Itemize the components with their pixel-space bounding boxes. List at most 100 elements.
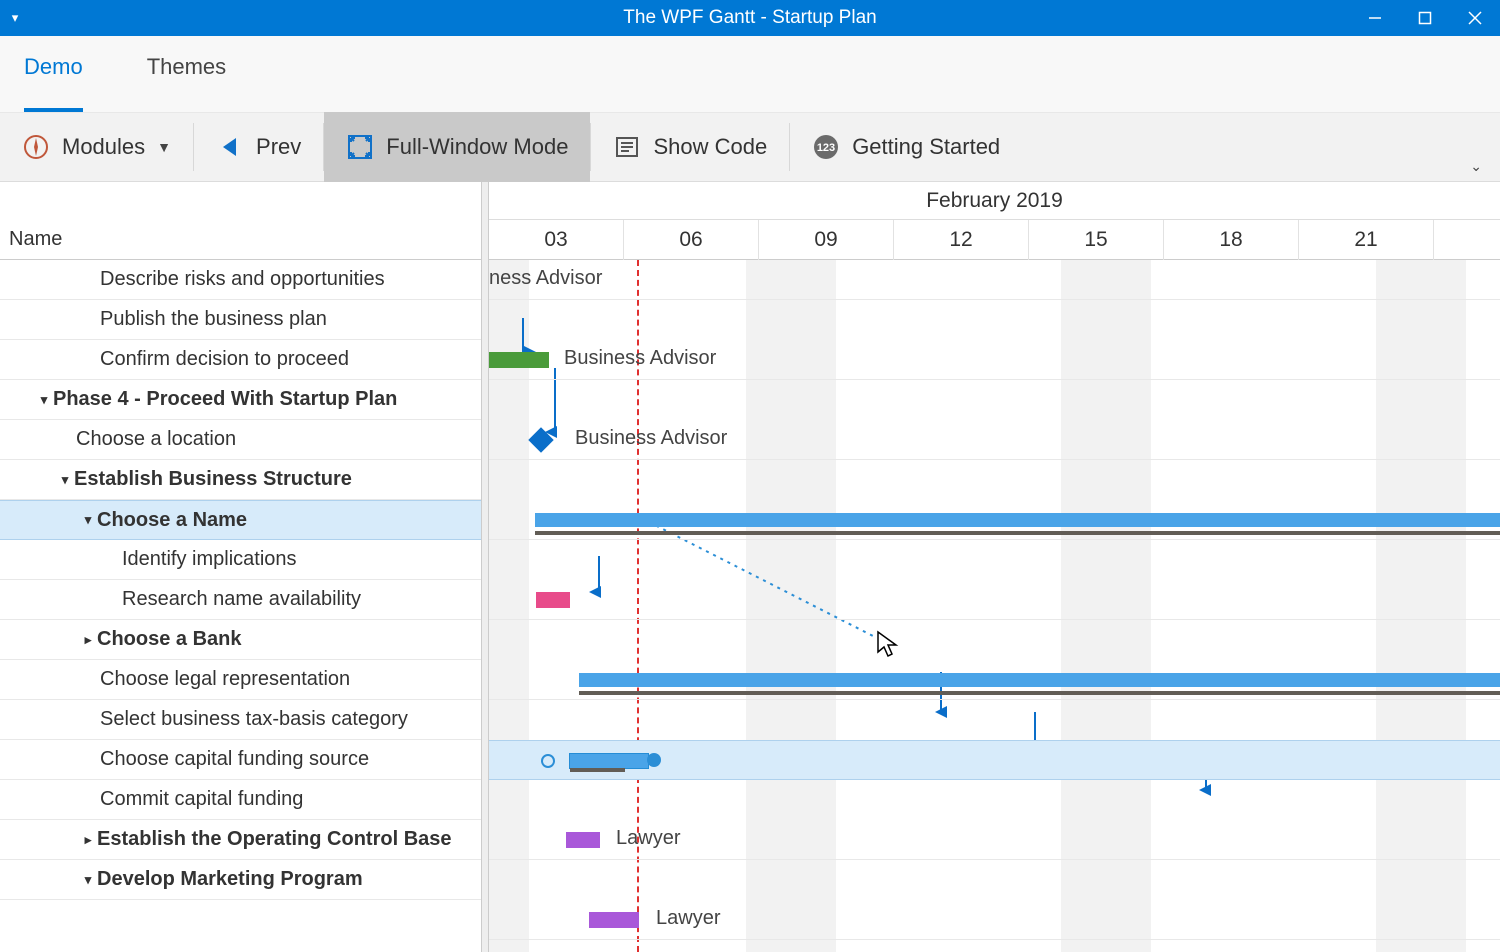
task-row[interactable]: ▾Phase 4 - Proceed With Startup Plan <box>0 380 481 420</box>
task-row[interactable]: Choose capital funding source <box>0 740 481 780</box>
summary-bar[interactable] <box>579 673 1500 687</box>
task-row[interactable]: ▾Develop Marketing Program <box>0 860 481 900</box>
resource-label: Business Advisor <box>575 427 727 450</box>
task-name: Establish the Operating Control Base <box>97 828 452 851</box>
task-name: Choose a Name <box>97 509 247 532</box>
resource-label: Lawyer <box>616 827 680 850</box>
task-row[interactable]: Commit capital funding <box>0 780 481 820</box>
day-column: 09 <box>759 220 894 260</box>
task-name: Publish the business plan <box>100 308 327 331</box>
prev-icon <box>216 133 244 161</box>
expand-icon[interactable]: ▾ <box>35 392 53 408</box>
task-row[interactable]: ▾Establish Business Structure <box>0 460 481 500</box>
summary-bar[interactable] <box>535 513 1500 527</box>
splitter[interactable] <box>482 182 489 952</box>
task-tree-panel: Name Describe risks and opportunities Pub… <box>0 182 482 952</box>
svg-text:123: 123 <box>817 142 835 154</box>
quick-menu-icon[interactable]: ▾ <box>0 10 30 26</box>
day-column: 06 <box>624 220 759 260</box>
task-name: Choose a location <box>76 428 236 451</box>
task-row[interactable]: Describe risks and opportunities <box>0 260 481 300</box>
toolbar-overflow-icon[interactable]: ⌄ <box>1470 158 1482 175</box>
task-name: Choose a Bank <box>97 628 241 651</box>
mouse-cursor <box>875 630 903 658</box>
gantt-row[interactable]: Lawyer <box>489 900 1500 940</box>
task-row[interactable]: Select business tax-basis category <box>0 700 481 740</box>
tab-bar: Demo Themes <box>0 36 1500 112</box>
task-name: Confirm decision to proceed <box>100 348 349 371</box>
day-column: 15 <box>1029 220 1164 260</box>
task-row[interactable]: ▾Choose a Name <box>0 500 481 540</box>
gantt-row[interactable] <box>489 500 1500 540</box>
task-name: Choose legal representation <box>100 668 350 691</box>
expand-icon[interactable]: ▸ <box>79 632 97 648</box>
task-name: Describe risks and opportunities <box>100 268 385 291</box>
expand-icon[interactable]: ▾ <box>79 872 97 888</box>
day-column: 12 <box>894 220 1029 260</box>
gantt-panel: February 2019 03060912151821 <box>489 182 1500 952</box>
minimize-button[interactable] <box>1350 0 1400 36</box>
tab-themes[interactable]: Themes <box>147 54 226 112</box>
getting-started-label: Getting Started <box>852 134 1000 160</box>
gantt-body[interactable]: ness Advisor Business Advisor Business Adv… <box>489 260 1500 952</box>
tab-demo[interactable]: Demo <box>24 54 83 112</box>
expand-icon[interactable]: ▾ <box>79 512 97 528</box>
full-window-label: Full-Window Mode <box>386 134 568 160</box>
title-bar: ▾ The WPF Gantt - Startup Plan <box>0 0 1500 36</box>
task-row[interactable]: Identify implications <box>0 540 481 580</box>
gantt-row[interactable]: Business Advisor <box>489 420 1500 460</box>
gantt-row[interactable] <box>489 660 1500 700</box>
show-code-label: Show Code <box>653 134 767 160</box>
resource-label: Lawyer <box>656 907 720 930</box>
task-name: Select business tax-basis category <box>100 708 408 731</box>
task-bar[interactable] <box>566 832 600 848</box>
prev-button[interactable]: Prev <box>194 112 323 182</box>
gantt-row[interactable]: Business Advisor <box>489 340 1500 380</box>
task-bar[interactable] <box>569 753 649 769</box>
link-handle-icon[interactable] <box>541 754 555 768</box>
task-bar[interactable] <box>536 592 570 608</box>
task-row[interactable]: Choose a location <box>0 420 481 460</box>
resource-label: Business Advisor <box>564 347 716 370</box>
task-bar[interactable] <box>589 912 639 928</box>
milestone[interactable] <box>528 427 553 452</box>
compass-icon <box>22 133 50 161</box>
column-header-name[interactable]: Name <box>0 182 481 260</box>
window-title: The WPF Gantt - Startup Plan <box>0 7 1500 29</box>
task-row[interactable]: Choose legal representation <box>0 660 481 700</box>
task-name: Commit capital funding <box>100 788 303 811</box>
show-code-button[interactable]: Show Code <box>591 112 789 182</box>
timeline-header: February 2019 03060912151821 <box>489 182 1500 260</box>
task-row[interactable]: Publish the business plan <box>0 300 481 340</box>
getting-started-button[interactable]: 123 Getting Started <box>790 112 1022 182</box>
task-name: Choose capital funding source <box>100 748 369 771</box>
task-name: Develop Marketing Program <box>97 868 363 891</box>
task-name: Establish Business Structure <box>74 468 352 491</box>
getting-started-icon: 123 <box>812 133 840 161</box>
modules-label: Modules <box>62 134 145 160</box>
chevron-down-icon: ▼ <box>157 139 171 155</box>
expand-icon[interactable]: ▾ <box>56 472 74 488</box>
day-column: 21 <box>1299 220 1434 260</box>
drag-handle-icon[interactable] <box>647 753 661 767</box>
gantt-row[interactable] <box>489 740 1500 780</box>
timeline-month: February 2019 <box>489 182 1500 220</box>
gantt-row[interactable]: Lawyer <box>489 820 1500 860</box>
task-row[interactable]: ▸Establish the Operating Control Base <box>0 820 481 860</box>
expand-icon[interactable]: ▸ <box>79 832 97 848</box>
modules-dropdown[interactable]: Modules ▼ <box>0 112 193 182</box>
task-tree[interactable]: Describe risks and opportunities Publish … <box>0 260 481 900</box>
task-row[interactable]: Research name availability <box>0 580 481 620</box>
full-window-mode-button[interactable]: Full-Window Mode <box>324 112 590 182</box>
timeline-days: 03060912151821 <box>489 220 1500 260</box>
day-column: 18 <box>1164 220 1299 260</box>
toolbar: Modules ▼ Prev Full-Window Mode Show Cod… <box>0 112 1500 182</box>
task-bar[interactable] <box>489 352 549 368</box>
maximize-button[interactable] <box>1400 0 1450 36</box>
task-row[interactable]: ▸Choose a Bank <box>0 620 481 660</box>
close-button[interactable] <box>1450 0 1500 36</box>
prev-label: Prev <box>256 134 301 160</box>
gantt-row[interactable] <box>489 580 1500 620</box>
task-row[interactable]: Confirm decision to proceed <box>0 340 481 380</box>
gantt-row[interactable]: ness Advisor <box>489 260 1500 300</box>
